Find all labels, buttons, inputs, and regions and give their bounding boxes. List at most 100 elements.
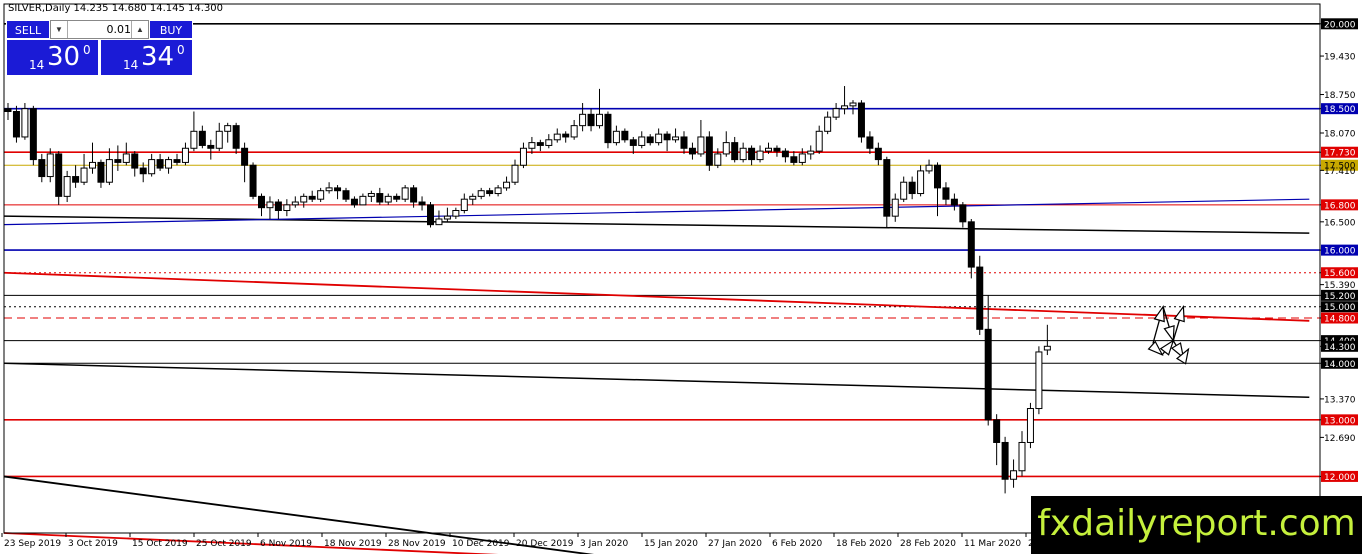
candle-body — [519, 147, 527, 166]
candle-body — [1026, 408, 1034, 443]
trend-line — [3, 271, 1310, 322]
price-tick: 15.600 — [1320, 267, 1358, 279]
candle-body — [156, 159, 164, 169]
candle-body — [739, 147, 747, 161]
candle-body — [815, 130, 823, 152]
candle — [638, 131, 646, 149]
trend-line — [3, 215, 1310, 234]
triangle-up-icon[interactable]: ▲ — [131, 21, 148, 38]
candle — [866, 131, 874, 154]
candle — [443, 207, 451, 222]
candle-body — [672, 136, 680, 141]
candle-body — [376, 193, 384, 203]
candle-body — [638, 136, 646, 146]
candle — [105, 148, 113, 186]
candle-body — [291, 201, 299, 206]
candle — [342, 187, 350, 203]
candle-body — [72, 176, 80, 183]
candle-body — [410, 187, 418, 203]
candle — [874, 142, 882, 166]
candle — [1043, 324, 1051, 356]
candle — [536, 139, 544, 152]
candle — [367, 190, 375, 203]
candle — [680, 131, 688, 154]
candle — [688, 142, 696, 160]
projection-arrow — [1162, 306, 1175, 343]
candle — [89, 142, 96, 174]
candle-body — [1035, 351, 1043, 410]
price-tick: 16.500 — [1320, 218, 1356, 228]
price-label: 18.500 — [1324, 105, 1356, 115]
candle-body — [798, 153, 806, 163]
candle-body — [900, 181, 908, 200]
candle-body — [680, 136, 688, 149]
candle — [376, 187, 384, 205]
candle-body — [545, 139, 553, 146]
candle — [545, 134, 553, 149]
candle — [781, 148, 789, 163]
candle — [528, 136, 536, 154]
candle-body — [663, 133, 671, 141]
candle-body — [249, 164, 257, 197]
candle — [672, 128, 680, 143]
lot-size-input[interactable]: 0.01 — [69, 21, 132, 38]
candle — [798, 148, 806, 166]
candle-body — [841, 105, 849, 110]
candle — [1035, 346, 1043, 415]
candle-body — [756, 150, 764, 161]
candle — [553, 128, 561, 143]
candle-body — [925, 164, 933, 172]
candle-body — [452, 210, 460, 217]
buy-price-quote[interactable]: 14 34 0 — [100, 39, 193, 76]
candle-body — [942, 187, 950, 200]
candle — [950, 193, 958, 211]
price-tick: 15.200 — [1320, 289, 1358, 302]
sell-button[interactable]: SELL — [6, 20, 50, 39]
candle — [604, 111, 612, 149]
buy-button[interactable]: BUY — [149, 20, 193, 39]
price-tick: 12.000 — [1320, 470, 1358, 483]
candle-body — [950, 198, 958, 206]
candle-body — [342, 190, 350, 200]
candle — [486, 187, 494, 197]
date-label: 28 Feb 2020 — [900, 539, 956, 549]
candle — [942, 182, 950, 205]
candle — [925, 159, 933, 174]
candle-body — [646, 136, 654, 144]
price-tick: 15.000 — [1320, 301, 1358, 313]
candle — [46, 148, 54, 183]
candle-body — [536, 142, 544, 146]
price-label: 18.750 — [1324, 91, 1356, 101]
candle — [883, 156, 891, 228]
candle — [976, 255, 984, 335]
price-chart[interactable]: 20.00019.43018.75018.50018.07017.73017.5… — [0, 0, 1362, 557]
candle-body — [528, 142, 536, 149]
candle-body — [477, 190, 485, 197]
candle — [359, 193, 367, 206]
candle-body — [934, 164, 941, 189]
candle — [503, 176, 511, 191]
candle — [435, 210, 443, 226]
candle — [384, 193, 392, 205]
candle-body — [300, 195, 308, 203]
price-tick: 14.000 — [1320, 357, 1358, 370]
arrow-head — [1159, 339, 1175, 356]
candle — [815, 125, 823, 154]
candle — [232, 122, 240, 154]
candle — [705, 131, 713, 171]
date-label: 15 Oct 2019 — [132, 539, 188, 549]
candle — [63, 170, 71, 203]
candle — [334, 185, 342, 200]
candle-body — [384, 195, 392, 203]
sell-price-quote[interactable]: 14 30 0 — [6, 39, 99, 76]
lot-size-stepper[interactable]: ▼ 0.01 ▲ — [50, 20, 149, 39]
triangle-down-icon[interactable]: ▼ — [51, 21, 68, 38]
price-tick: 20.000 — [1320, 18, 1358, 30]
candle-body — [1010, 470, 1018, 480]
candle-body — [393, 195, 401, 200]
candle — [215, 122, 223, 152]
candle-body — [190, 130, 198, 149]
candle-body — [976, 266, 984, 330]
price-label: 19.430 — [1324, 53, 1356, 63]
candle-body — [765, 147, 772, 152]
